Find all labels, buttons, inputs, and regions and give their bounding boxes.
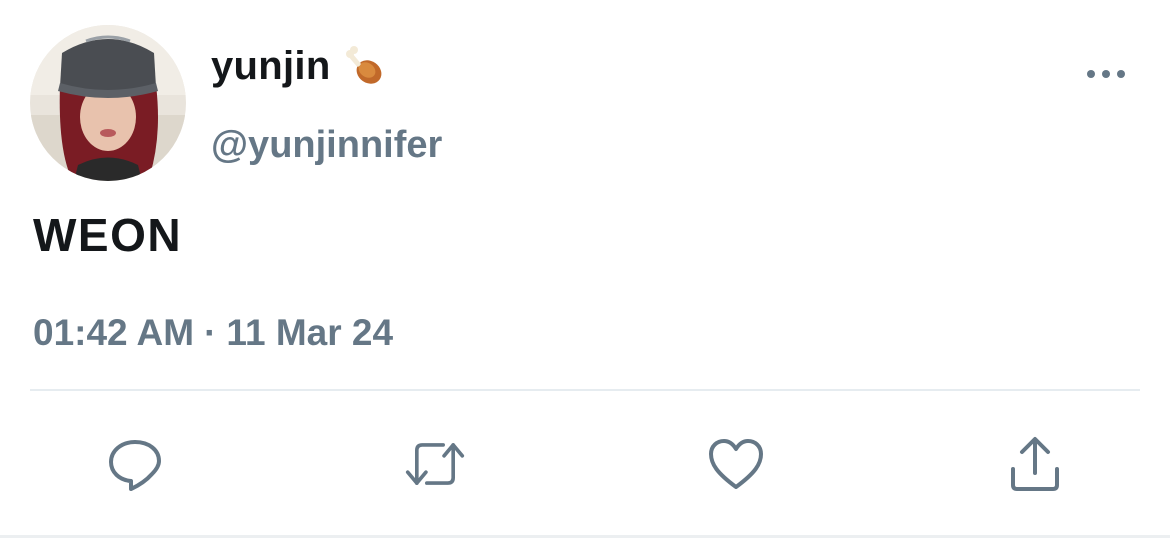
divider	[30, 389, 1140, 391]
poultry-leg-icon	[343, 45, 387, 89]
tweet-text: WEON	[33, 209, 183, 261]
bottom-border	[0, 535, 1170, 538]
share-icon	[1011, 437, 1059, 491]
avatar[interactable]	[30, 25, 186, 181]
share-button[interactable]	[1005, 434, 1065, 494]
tweet-time: 01:42 AM	[33, 312, 195, 353]
like-button[interactable]	[706, 434, 766, 494]
tweet-card: yunjin @yunjinnifer WEON 01:42 AM · 11 M…	[0, 0, 1170, 555]
reply-button[interactable]	[105, 434, 165, 494]
separator: ·	[204, 312, 217, 353]
tweet-date: 11 Mar 24	[226, 312, 394, 353]
display-name-text: yunjin	[211, 44, 331, 88]
display-name[interactable]: yunjin	[211, 44, 387, 89]
user-handle[interactable]: @yunjinnifer	[211, 124, 442, 167]
retweet-button[interactable]	[405, 434, 465, 494]
heart-icon	[709, 439, 763, 489]
reply-icon	[109, 440, 161, 491]
more-horizontal-icon[interactable]	[1086, 64, 1126, 84]
timestamp[interactable]: 01:42 AM · 11 Mar 24	[33, 312, 393, 354]
retweet-icon	[405, 443, 465, 485]
avatar-photo	[30, 25, 186, 181]
